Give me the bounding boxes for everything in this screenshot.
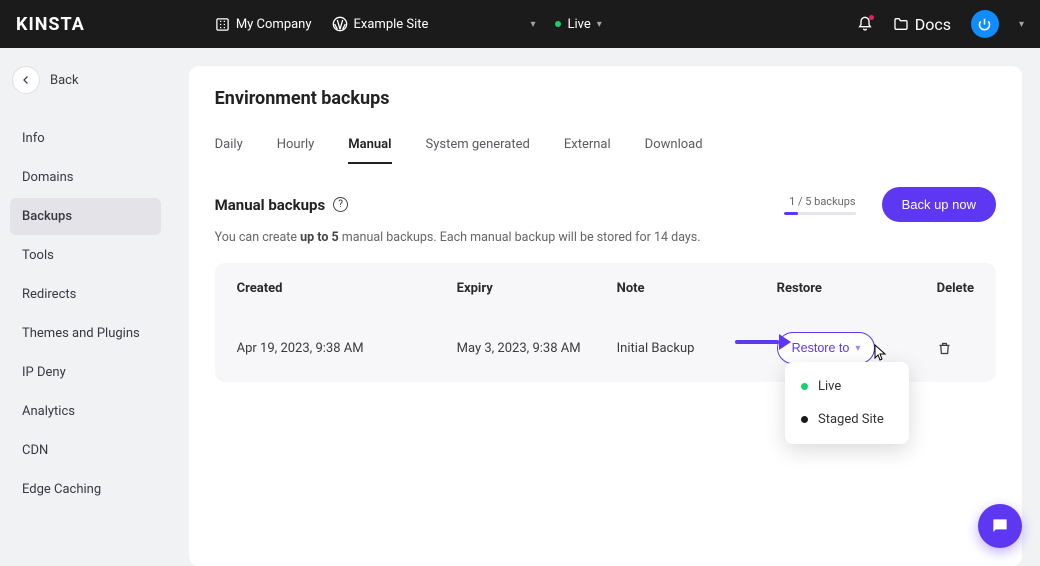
section-title: Manual backups: [215, 196, 326, 214]
topbar: KINSTA My Company Example Site ▾ Live ▾ …: [0, 0, 1040, 48]
folder-icon: [893, 16, 909, 32]
dropdown-label: Live: [818, 379, 841, 394]
tab-daily[interactable]: Daily: [215, 131, 243, 164]
chevron-down-icon[interactable]: ▾: [1019, 19, 1024, 30]
notification-badge: [869, 15, 874, 20]
cursor-annotation: [874, 344, 888, 362]
col-expiry: Expiry: [457, 281, 617, 296]
wordpress-icon: [332, 16, 348, 32]
restore-to-button[interactable]: Restore to ▾: [777, 332, 876, 364]
restore-dropdown: Live Staged Site: [785, 362, 909, 444]
cursor-icon: [874, 344, 888, 362]
main-card: Environment backups Daily Hourly Manual …: [189, 66, 1022, 566]
building-icon: [215, 17, 230, 32]
cell-created: Apr 19, 2023, 9:38 AM: [237, 341, 457, 356]
help-icon[interactable]: ?: [333, 197, 348, 212]
trash-icon: [937, 341, 952, 356]
sidebar-item-backups[interactable]: Backups: [10, 198, 161, 235]
annotation-arrow: [735, 335, 791, 349]
col-delete: Delete: [937, 281, 974, 296]
sidebar-item-domains[interactable]: Domains: [10, 159, 161, 196]
restore-label: Restore to: [792, 341, 850, 355]
site-name: Example Site: [354, 17, 429, 32]
sidebar-item-ip-deny[interactable]: IP Deny: [10, 354, 161, 391]
chevron-down-icon: ▾: [530, 19, 535, 30]
sidebar-item-edge-caching[interactable]: Edge Caching: [10, 471, 161, 508]
counter-label: 1 / 5 backups: [789, 195, 856, 208]
tab-external[interactable]: External: [564, 131, 611, 164]
delete-button[interactable]: [937, 341, 974, 356]
backup-now-button[interactable]: Back up now: [882, 187, 996, 222]
logo[interactable]: KINSTA: [16, 14, 85, 35]
company-name: My Company: [236, 17, 312, 32]
env-label: Live: [567, 17, 590, 32]
section-description: You can create up to 5 manual backups. E…: [215, 230, 996, 245]
arrow-left-icon: [20, 74, 32, 86]
env-switcher[interactable]: Live ▾: [555, 17, 601, 32]
tab-manual[interactable]: Manual: [348, 131, 391, 164]
table-header-row: Created Expiry Note Restore Delete: [237, 263, 974, 314]
sidebar-item-themes-plugins[interactable]: Themes and Plugins: [10, 315, 161, 352]
tabs: Daily Hourly Manual System generated Ext…: [215, 131, 996, 165]
status-dot-icon: [801, 416, 808, 423]
chat-icon: [990, 516, 1010, 536]
col-created: Created: [237, 281, 457, 296]
dropdown-item-staged[interactable]: Staged Site: [785, 403, 909, 436]
chevron-down-icon: ▾: [597, 19, 602, 30]
chat-button[interactable]: [978, 504, 1022, 548]
col-note: Note: [617, 281, 777, 296]
backup-counter: 1 / 5 backups: [784, 195, 856, 215]
progress-bar: [784, 212, 856, 215]
tab-hourly[interactable]: Hourly: [277, 131, 315, 164]
status-dot-icon: [555, 21, 561, 27]
docs-label: Docs: [915, 15, 951, 34]
col-restore: Restore: [777, 281, 937, 296]
docs-link[interactable]: Docs: [893, 15, 951, 34]
dropdown-label: Staged Site: [818, 412, 884, 427]
tab-download[interactable]: Download: [645, 131, 703, 164]
notifications-button[interactable]: [857, 16, 873, 32]
sidebar-item-info[interactable]: Info: [10, 120, 161, 157]
back-button[interactable]: [12, 66, 40, 94]
power-icon: [977, 17, 992, 32]
sidebar-item-tools[interactable]: Tools: [10, 237, 161, 274]
page-title: Environment backups: [215, 88, 996, 109]
status-dot-icon: [801, 383, 808, 390]
back-label: Back: [50, 73, 79, 88]
cell-expiry: May 3, 2023, 9:38 AM: [457, 341, 617, 356]
sidebar: Back Info Domains Backups Tools Redirect…: [0, 48, 171, 566]
chevron-down-icon: ▾: [855, 343, 860, 354]
dropdown-item-live[interactable]: Live: [785, 370, 909, 403]
tab-system-generated[interactable]: System generated: [426, 131, 530, 164]
company-switcher[interactable]: My Company: [215, 17, 312, 32]
sidebar-item-redirects[interactable]: Redirects: [10, 276, 161, 313]
sidebar-item-cdn[interactable]: CDN: [10, 432, 161, 469]
site-switcher[interactable]: Example Site ▾: [332, 16, 536, 32]
avatar[interactable]: [971, 10, 999, 38]
sidebar-item-analytics[interactable]: Analytics: [10, 393, 161, 430]
